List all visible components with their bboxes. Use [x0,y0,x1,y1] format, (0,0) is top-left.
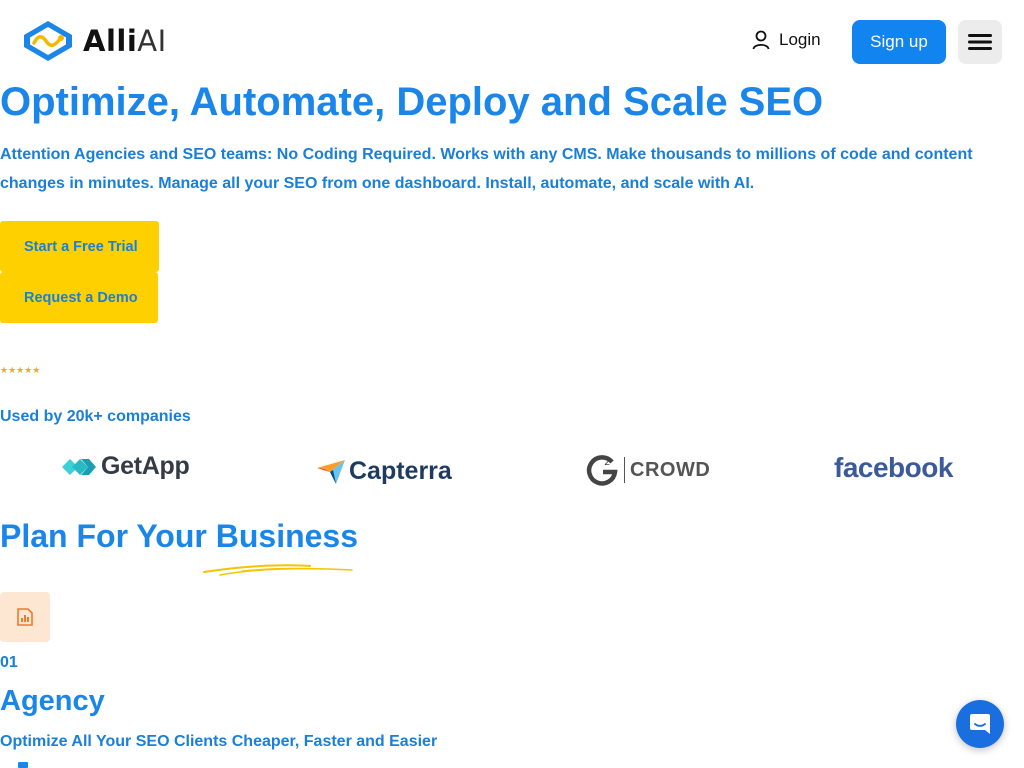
highlight-underline-icon [203,564,353,576]
chat-bubble-icon [970,714,990,734]
login-label: Login [779,30,821,49]
hamburger-icon [968,34,992,50]
hero-subtitle: Attention Agencies and SEO teams: No Cod… [0,146,973,192]
hero-title: Optimize, Automate, Deploy and Scale SEO [0,80,824,124]
request-demo-button[interactable]: Request a Demo [0,272,158,323]
plan-name: Agency [0,685,105,717]
capterra-text: Capterra [349,456,452,485]
g2-crowd-text: CROWD [624,457,710,483]
getapp-chevron-icon [62,458,96,475]
plan-agency-icon-box [0,592,50,642]
used-by-text: Used by 20k+ companies [0,408,191,425]
plan-number: 01 [0,654,18,671]
start-free-trial-button[interactable]: Start a Free Trial [0,221,159,272]
alli-ai-logo[interactable]: AlliAI [22,19,167,63]
user-icon [752,30,770,50]
capterra-arrow-icon [317,460,345,484]
menu-button[interactable] [958,20,1002,64]
site-header: AlliAI Login Sign up [0,0,1024,84]
signup-button[interactable]: Sign up [852,20,946,64]
plans-heading: Plan For Your Business [0,518,359,554]
getapp-logo: GetApp [62,452,190,481]
login-link[interactable]: Login [752,30,821,50]
getapp-text: GetApp [101,452,190,480]
logo-wordmark: AlliAI [83,24,167,58]
capterra-logo: Capterra [316,456,452,486]
plan-description: Optimize All Your SEO Clients Cheaper, F… [0,733,438,750]
plan-next-content-edge [18,762,28,768]
chat-launcher-button[interactable] [956,700,1004,748]
facebook-logo: facebook [834,452,953,484]
report-chart-icon [17,608,33,626]
g2-mark-icon: 2 [586,455,618,486]
facebook-text: facebook [834,452,953,483]
alli-logo-icon [24,21,72,61]
g2-crowd-logo: 2 CROWD [586,454,710,486]
svg-text:2: 2 [604,457,610,468]
rating-stars: ★★★★★ [0,365,41,375]
